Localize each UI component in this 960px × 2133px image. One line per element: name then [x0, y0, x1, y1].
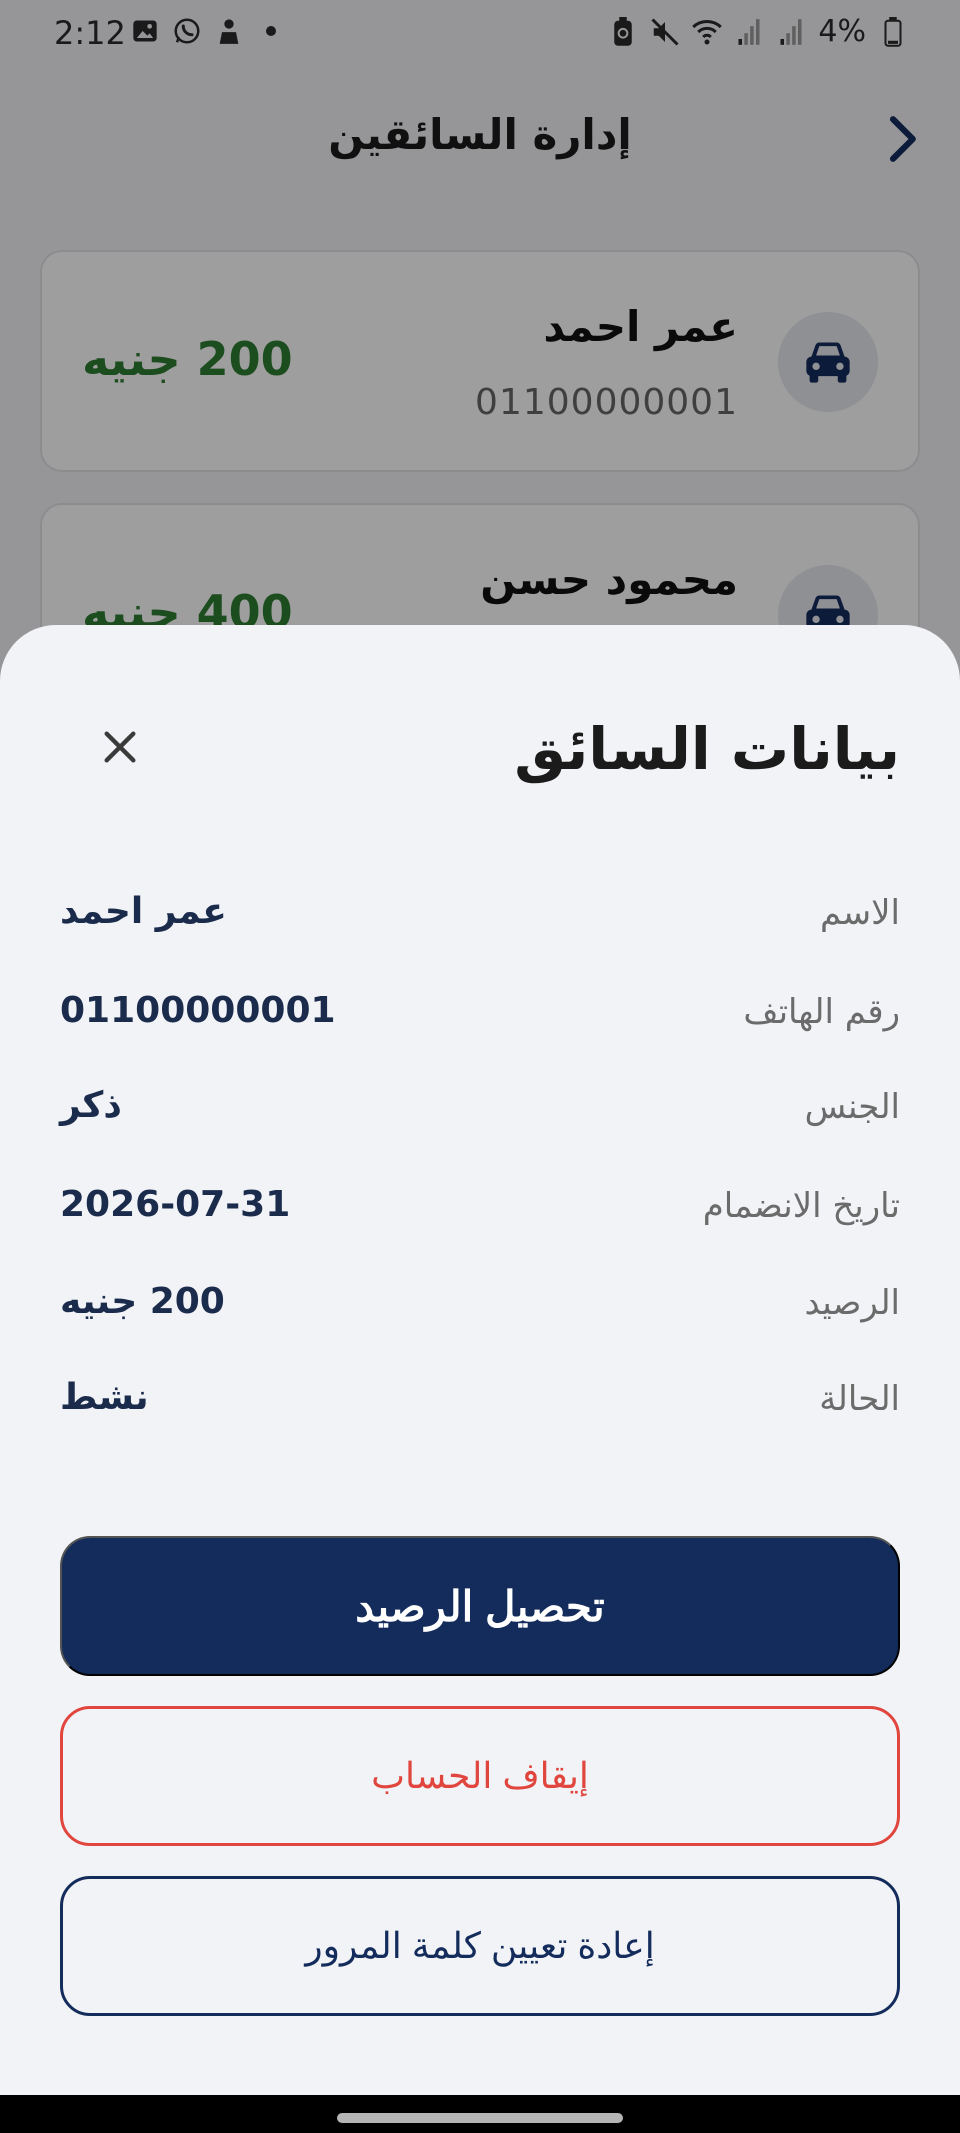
info-row-gender: الجنس ذكر [60, 1081, 900, 1141]
info-value: 01100000001 [60, 990, 336, 1031]
info-row-name: الاسم عمر احمد [60, 887, 900, 947]
info-label: الرصيد [804, 1283, 900, 1323]
close-icon[interactable] [90, 717, 150, 777]
info-value: ذكر [60, 1085, 122, 1126]
sheet-title: بيانات السائق [514, 715, 900, 783]
info-value: 2026-07-31 [60, 1184, 291, 1225]
info-label: تاريخ الانضمام [702, 1186, 900, 1226]
info-row-balance: الرصيد 200 جنيه [60, 1277, 900, 1337]
info-row-join-date: تاريخ الانضمام 2026-07-31 [60, 1180, 900, 1240]
info-label: الحالة [819, 1379, 900, 1419]
info-label: الاسم [820, 893, 900, 933]
info-label: الجنس [804, 1087, 900, 1127]
info-label: رقم الهاتف [743, 992, 900, 1032]
info-row-status: الحالة نشط [60, 1373, 900, 1433]
system-nav-bar [0, 2095, 960, 2133]
collect-balance-button[interactable]: تحصيل الرصيد [60, 1536, 900, 1676]
info-value: نشط [60, 1377, 149, 1418]
suspend-account-button[interactable]: إيقاف الحساب [60, 1706, 900, 1846]
home-gesture-handle[interactable] [337, 2113, 623, 2123]
reset-password-button[interactable]: إعادة تعيين كلمة المرور [60, 1876, 900, 2016]
info-value: عمر احمد [60, 891, 227, 932]
info-value: 200 جنيه [60, 1281, 225, 1322]
driver-details-sheet: بيانات السائق الاسم عمر احمد رقم الهاتف … [0, 625, 960, 2095]
info-row-phone: رقم الهاتف 01100000001 [60, 986, 900, 1046]
